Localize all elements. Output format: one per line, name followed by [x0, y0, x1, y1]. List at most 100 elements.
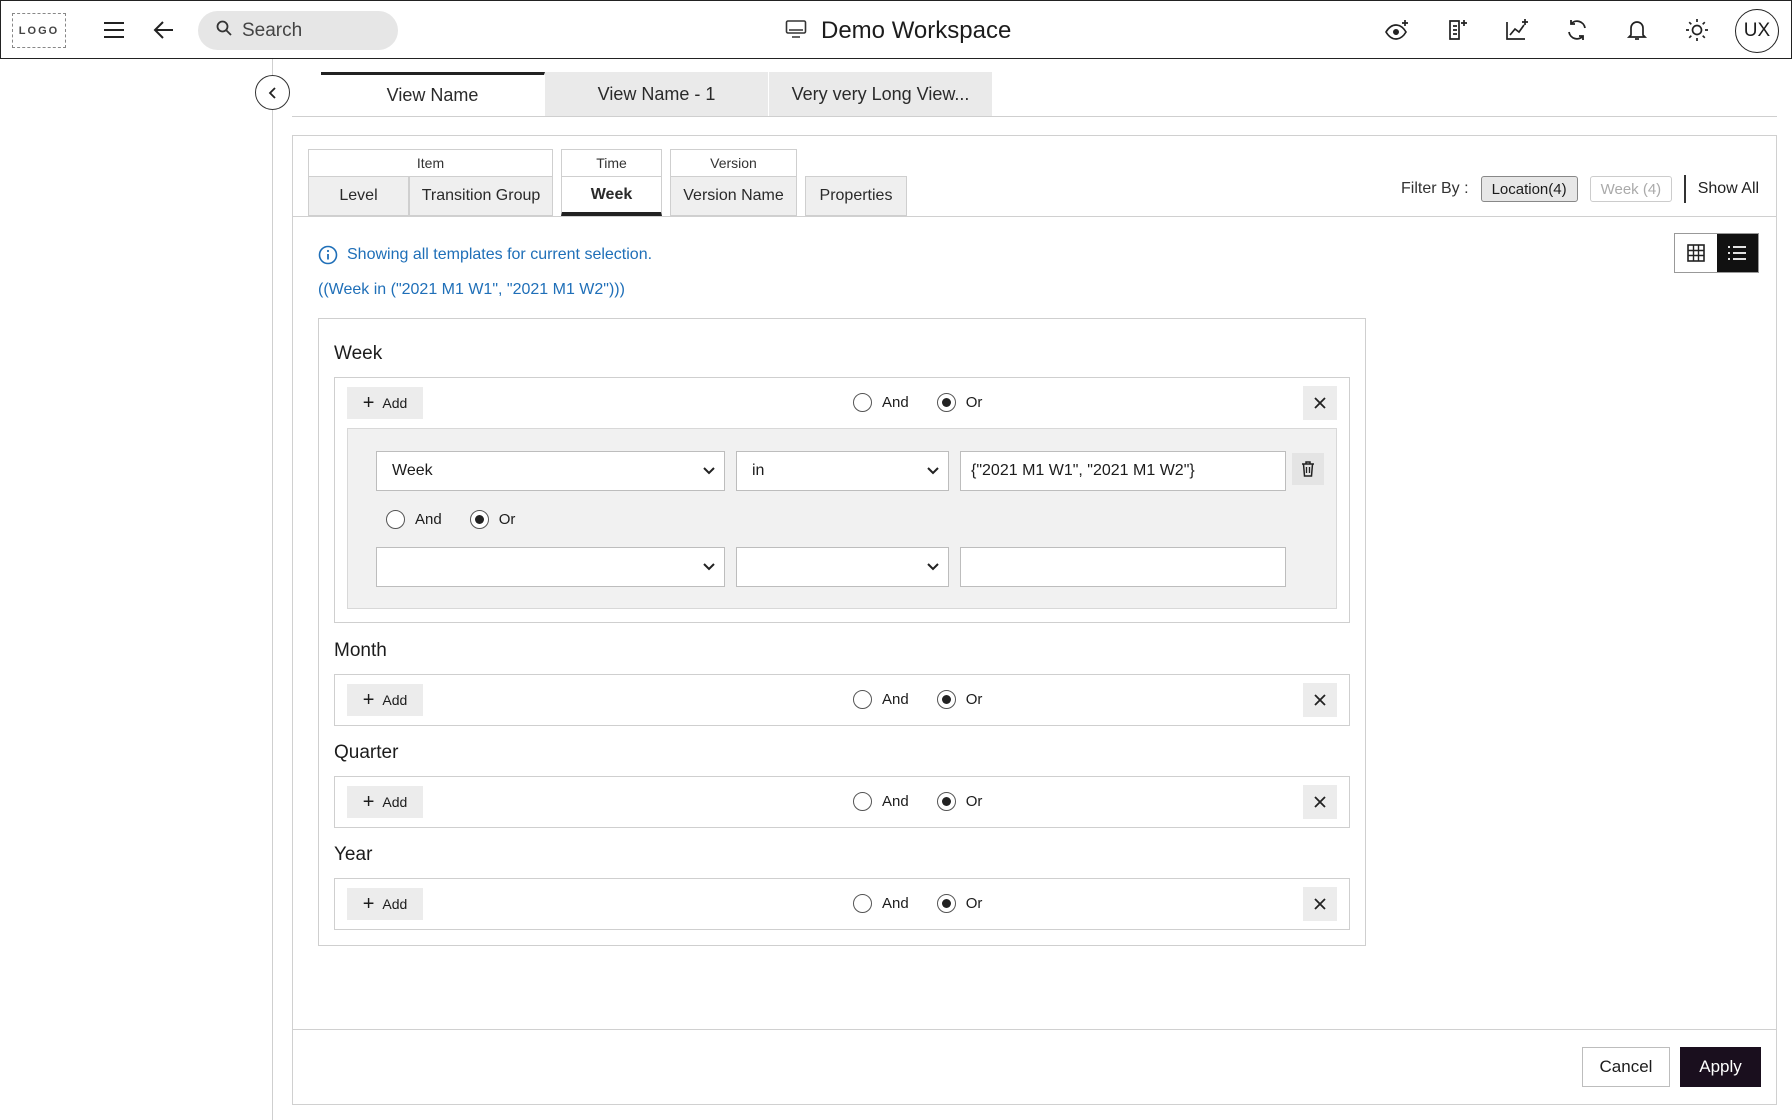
grid-view-button[interactable] — [1675, 234, 1717, 272]
dimension-group-item: Item Level Transition Group — [308, 149, 553, 216]
remove-section-button[interactable] — [1303, 683, 1337, 717]
radio-and[interactable] — [853, 690, 872, 709]
dimension-tabs-divider — [293, 216, 1776, 217]
chevron-down-icon — [703, 563, 715, 571]
close-icon — [1314, 397, 1326, 409]
radio-and[interactable] — [386, 510, 405, 529]
section-title-quarter: Quarter — [334, 742, 399, 763]
tab-view-name[interactable]: View Name — [321, 72, 545, 116]
tab-long-view[interactable]: Very very Long View... — [769, 72, 993, 116]
list-icon — [1728, 246, 1747, 260]
section-month: + Add And Or — [334, 674, 1350, 726]
value-input[interactable]: {"2021 M1 W1", "2021 M1 W2"} — [960, 451, 1286, 491]
search-icon — [216, 20, 232, 41]
radio-and[interactable] — [853, 393, 872, 412]
tabs-divider — [292, 116, 1777, 117]
add-condition-button[interactable]: + Add — [347, 387, 423, 419]
tab-properties[interactable]: Properties — [805, 176, 907, 216]
radio-or[interactable] — [936, 690, 956, 709]
app-header: LOGO Demo Workspace UX — [0, 0, 1792, 59]
show-all-link[interactable]: Show All — [1698, 180, 1759, 198]
section-title-year: Year — [334, 844, 373, 865]
tab-transition-group[interactable]: Transition Group — [409, 176, 553, 216]
dimension-group-properties: Properties — [805, 149, 907, 216]
search-bar[interactable] — [198, 11, 398, 50]
apply-button[interactable]: Apply — [1680, 1047, 1761, 1087]
section-year: + Add And Or — [334, 878, 1350, 930]
add-condition-button[interactable]: + Add — [347, 684, 423, 716]
sidebar-divider — [272, 59, 273, 1120]
logo: LOGO — [12, 13, 66, 48]
delete-condition-button[interactable] — [1292, 453, 1324, 485]
radio-and[interactable] — [853, 792, 872, 811]
tab-version-name[interactable]: Version Name — [670, 176, 797, 216]
monitor-icon — [785, 19, 807, 44]
field-select[interactable]: Week — [376, 451, 725, 491]
operator-select-empty[interactable] — [736, 547, 949, 587]
plus-icon: + — [362, 689, 375, 711]
remove-section-button[interactable] — [1303, 386, 1337, 420]
section-week: + Add And Or Week in {"2021 M1 W1", "2021… — [334, 377, 1350, 623]
bell-icon[interactable] — [1620, 13, 1654, 47]
menu-icon[interactable] — [97, 13, 131, 47]
chevron-down-icon — [703, 467, 715, 475]
section-title-week: Week — [334, 343, 383, 364]
radio-or[interactable] — [936, 792, 956, 811]
filter-expression: ((Week in ("2021 M1 W1", "2021 M1 W2"))) — [318, 281, 625, 298]
dimension-group-version: Version Version Name — [670, 149, 797, 216]
sun-icon[interactable] — [1680, 13, 1714, 47]
search-input[interactable] — [242, 19, 392, 42]
document-plus-icon[interactable] — [1440, 13, 1474, 47]
filter-by-bar: Filter By : Location(4) Week (4) Show Al… — [1401, 175, 1759, 203]
dimension-group-time: Time Week — [561, 149, 662, 216]
separator — [1684, 175, 1686, 203]
radio-or[interactable] — [469, 510, 489, 529]
add-condition-button[interactable]: + Add — [347, 786, 423, 818]
section-title-month: Month — [334, 640, 387, 661]
dimension-label: Item — [308, 149, 553, 176]
filter-chip-week[interactable]: Week (4) — [1589, 176, 1673, 202]
remove-section-button[interactable] — [1303, 887, 1337, 921]
cancel-button[interactable]: Cancel — [1582, 1047, 1670, 1087]
section-quarter: + Add And Or — [334, 776, 1350, 828]
filter-panel: Item Level Transition Group Time Week Ve… — [292, 135, 1777, 1105]
chevron-down-icon — [927, 467, 939, 475]
operator-select[interactable]: in — [736, 451, 949, 491]
and-or-radio-group: And Or — [853, 393, 982, 412]
refresh-icon[interactable] — [1560, 13, 1594, 47]
plus-icon: + — [362, 893, 375, 915]
chart-plus-icon[interactable] — [1500, 13, 1534, 47]
chevron-down-icon — [927, 563, 939, 571]
dimension-label: Version — [670, 149, 797, 176]
close-icon — [1314, 898, 1326, 910]
filter-chip-location[interactable]: Location(4) — [1480, 176, 1578, 202]
filter-builder: Week + Add And Or Week in {"2021 M1 W1", … — [318, 318, 1366, 946]
field-select-empty[interactable] — [376, 547, 725, 587]
footer-divider — [293, 1029, 1776, 1030]
close-icon — [1314, 694, 1326, 706]
collapse-sidebar-button[interactable] — [255, 75, 290, 110]
radio-or[interactable] — [936, 894, 956, 913]
plus-icon: + — [362, 791, 375, 813]
and-or-radio-group: And Or — [853, 894, 982, 913]
condition-and-or-radio-group: And Or — [386, 510, 515, 529]
back-arrow-icon[interactable] — [147, 13, 181, 47]
and-or-radio-group: And Or — [853, 690, 982, 709]
tab-level[interactable]: Level — [308, 176, 409, 216]
radio-and[interactable] — [853, 894, 872, 913]
avatar[interactable]: UX — [1735, 9, 1779, 53]
close-icon — [1314, 796, 1326, 808]
condition-group: Week in {"2021 M1 W1", "2021 M1 W2"} And… — [347, 428, 1337, 609]
tab-view-name-1[interactable]: View Name - 1 — [545, 72, 769, 116]
value-input-empty[interactable] — [960, 547, 1286, 587]
radio-or[interactable] — [936, 393, 956, 412]
workspace-title: Demo Workspace — [785, 15, 1011, 47]
plus-icon: + — [362, 392, 375, 414]
tab-week[interactable]: Week — [561, 176, 662, 216]
list-view-button[interactable] — [1716, 234, 1758, 272]
info-text: Showing all templates for current select… — [347, 246, 653, 263]
remove-section-button[interactable] — [1303, 785, 1337, 819]
grid-icon — [1686, 244, 1705, 262]
eye-plus-icon[interactable] — [1380, 13, 1414, 47]
add-condition-button[interactable]: + Add — [347, 888, 423, 920]
